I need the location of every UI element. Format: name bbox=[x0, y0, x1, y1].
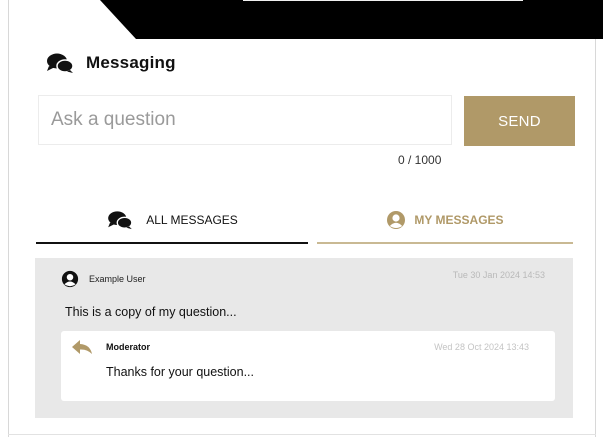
frame-border-left bbox=[8, 0, 9, 437]
question-text: This is a copy of my question... bbox=[65, 305, 237, 319]
question-author: Example User bbox=[89, 274, 146, 284]
page-title: Messaging bbox=[86, 53, 176, 72]
messaging-header: Messaging bbox=[46, 50, 176, 76]
banner-divider bbox=[243, 0, 523, 8]
question-header: Example User bbox=[61, 270, 146, 288]
bottom-divider bbox=[8, 434, 596, 435]
tab-all-messages[interactable]: ALL MESSAGES bbox=[36, 198, 308, 244]
chat-bubbles-icon bbox=[47, 53, 74, 73]
reply-text: Thanks for your question... bbox=[106, 365, 254, 379]
send-button[interactable]: SEND bbox=[464, 96, 575, 146]
tab-my-messages[interactable]: MY MESSAGES bbox=[317, 198, 573, 244]
tab-label: ALL MESSAGES bbox=[146, 213, 238, 227]
reply-arrow-icon bbox=[72, 340, 92, 354]
reply-author: Moderator bbox=[106, 342, 151, 352]
frame-border-right bbox=[595, 0, 596, 437]
message-thread: Example User Tue 30 Jan 2024 14:53 This … bbox=[35, 258, 573, 418]
tab-label: MY MESSAGES bbox=[414, 213, 504, 227]
question-timestamp: Tue 30 Jan 2024 14:53 bbox=[452, 270, 545, 280]
question-input[interactable] bbox=[38, 95, 452, 145]
reply-timestamp: Wed 28 Oct 2024 13:43 bbox=[434, 342, 529, 352]
chat-bubbles-icon bbox=[108, 211, 133, 230]
character-counter: 0 / 1000 bbox=[398, 153, 442, 167]
user-circle-icon bbox=[387, 211, 406, 229]
user-circle-icon bbox=[61, 270, 79, 288]
reply-card: Moderator Wed 28 Oct 2024 13:43 Thanks f… bbox=[61, 331, 555, 401]
